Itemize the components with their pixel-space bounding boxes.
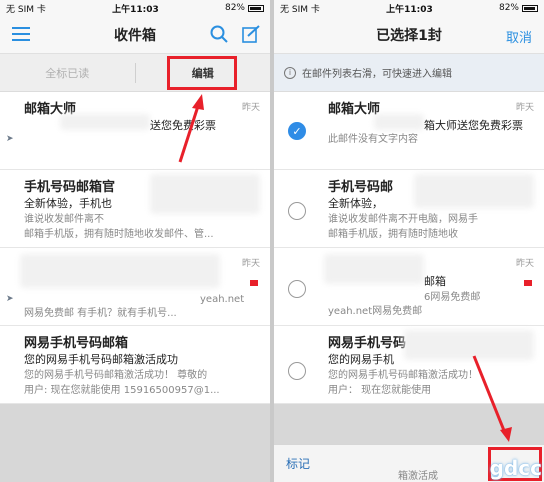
status-bar: 无 SIM 卡 上午11:03 82% [274, 0, 544, 16]
inbox-toolbar: 全标已读 编辑 [0, 54, 270, 92]
mark-all-read-button[interactable]: 全标已读 [0, 65, 135, 81]
blur-mask [404, 330, 534, 360]
checkbox[interactable] [288, 280, 306, 298]
mail-time: 昨天 [241, 259, 260, 269]
clock: 上午11:03 [386, 4, 433, 15]
mail-preview: yeah.net [200, 294, 245, 305]
mail-item[interactable]: 手机号码邮箱官 全新体验，手机也 谁说收发邮件离不 邮箱手机版，拥有随时随地收发邮… [0, 170, 270, 248]
page-title: 已选择1封 [376, 27, 442, 44]
edit-mode-screen: 无 SIM 卡 上午11:03 82% 已选择1封 取消 i 在邮件列表右滑，可… [274, 0, 544, 482]
mail-subject: 邮箱 [424, 275, 446, 288]
page-title: 收件箱 [114, 27, 156, 44]
mail-sender: 手机号码邮 [328, 180, 394, 195]
mail-preview: 您的网易手机号码邮箱激活成功！ 用户： 现在您就能使用 [328, 370, 478, 396]
mail-item[interactable]: 昨天 邮箱 6网易免费邮 yeah.net网易免费邮 [274, 248, 544, 326]
status-bar: 无 SIM 卡 上午11:03 82% [0, 0, 270, 16]
blur-mask [60, 114, 150, 130]
nav-actions [210, 25, 260, 47]
mail-item[interactable]: 网易手机号码邮箱 您的网易手机号码邮箱激活成功 您的网易手机号码邮箱激活成功！ … [0, 326, 270, 404]
watermark: gdcc [489, 456, 542, 480]
info-icon: i [284, 66, 296, 79]
battery-icon [522, 4, 538, 12]
edit-highlight-box [167, 56, 237, 90]
mail-time: 昨天 [515, 103, 534, 113]
mail-preview: 6网易免费邮 [424, 292, 481, 303]
mail-sender: 网易手机号码 [328, 336, 407, 351]
blur-mask [414, 174, 534, 208]
mail-item[interactable]: 手机号码邮 全新体验， 谁说收发邮件离不开电脑，网易手 邮箱手机版，拥有随时随地收 [274, 170, 544, 248]
blur-mask [374, 114, 424, 130]
reply-arrow-icon: ➤ [6, 134, 14, 144]
carrier-label: 无 SIM 卡 [280, 4, 320, 15]
mail-time: 昨天 [241, 103, 260, 113]
nav-bar: 收件箱 [0, 16, 270, 54]
inbox-screen: 无 SIM 卡 上午11:03 82% 收件箱 全标已读 编辑 邮箱大师 昨天 … [0, 0, 270, 482]
mail-sender: 网易手机号码邮箱 [24, 336, 129, 351]
cancel-button[interactable]: 取消 [506, 27, 532, 46]
mail-time: 昨天 [515, 259, 534, 269]
empty-area [274, 404, 544, 444]
mail-sender: 邮箱大师 [328, 102, 381, 117]
blur-mask [150, 174, 260, 214]
mail-preview: 谁说收发邮件离不开电脑，网易手 邮箱手机版，拥有随时随地收 [328, 214, 478, 240]
blur-mask [324, 254, 424, 284]
mail-preview: yeah.net网易免费邮 [328, 306, 423, 317]
mail-subject: 箱大师送您免费彩票 [424, 119, 523, 132]
mail-subject: 您的网易手机 [328, 353, 394, 366]
flag-icon [524, 280, 532, 286]
mail-subject: 您的网易手机号码邮箱激活成功 [24, 353, 178, 366]
nav-bar: 已选择1封 取消 [274, 16, 544, 54]
edit-hint-bar: i 在邮件列表右滑，可快速进入编辑 [274, 54, 544, 92]
mail-sender: 手机号码邮箱官 [24, 180, 116, 195]
hint-text: 在邮件列表右滑，可快速进入编辑 [302, 69, 452, 80]
battery-percent: 82% [498, 3, 519, 13]
comparison-stage: 无 SIM 卡 上午11:03 82% 收件箱 全标已读 编辑 邮箱大师 昨天 … [0, 0, 544, 482]
mail-item-selected[interactable]: ✓ 邮箱大师 昨天 箱大师送您免费彩票 此邮件没有文字内容 [274, 92, 544, 170]
mail-preview: 此邮件没有文字内容 [328, 134, 418, 145]
mail-subject: 全新体验， [328, 197, 383, 210]
mail-item[interactable]: 网易手机号码 您的网易手机 您的网易手机号码邮箱激活成功！ 用户： 现在您就能使用 [274, 326, 544, 404]
mail-subject: 全新体验，手机也 [24, 197, 112, 210]
mail-item[interactable]: 邮箱大师 昨天 送您免费彩票 ➤ [0, 92, 270, 170]
clock: 上午11:03 [112, 4, 159, 15]
footer-preview: 箱激活成 [398, 471, 438, 482]
forward-arrow-icon: ➤ [6, 294, 14, 304]
carrier-label: 无 SIM 卡 [6, 4, 46, 15]
mail-preview: 您的网易手机号码邮箱激活成功！ 尊敬的 用户: 现在您就能使用 159165009… [24, 370, 220, 396]
compose-icon[interactable] [242, 25, 260, 47]
status-right: 82% [499, 3, 538, 13]
mail-subject: 送您免费彩票 [150, 119, 216, 132]
mark-button[interactable]: 标记 [286, 455, 310, 472]
checkbox-checked[interactable]: ✓ [288, 122, 306, 140]
blur-mask [20, 254, 220, 288]
mail-preview: 谁说收发邮件离不 邮箱手机版，拥有随时随地收发邮件、管... [24, 214, 214, 240]
checkbox[interactable] [288, 362, 306, 380]
status-right: 82% [225, 3, 264, 13]
mail-item[interactable]: 昨天 yeah.net 网易免费邮 有手机？就有手机号... ➤ [0, 248, 270, 326]
search-icon[interactable] [210, 25, 228, 47]
battery-icon [248, 4, 264, 12]
battery-percent: 82% [224, 3, 245, 13]
flag-icon [250, 280, 258, 286]
menu-icon[interactable] [12, 26, 30, 46]
checkbox[interactable] [288, 202, 306, 220]
mail-preview: 网易免费邮 有手机？就有手机号... [24, 308, 177, 319]
empty-area [0, 404, 270, 482]
